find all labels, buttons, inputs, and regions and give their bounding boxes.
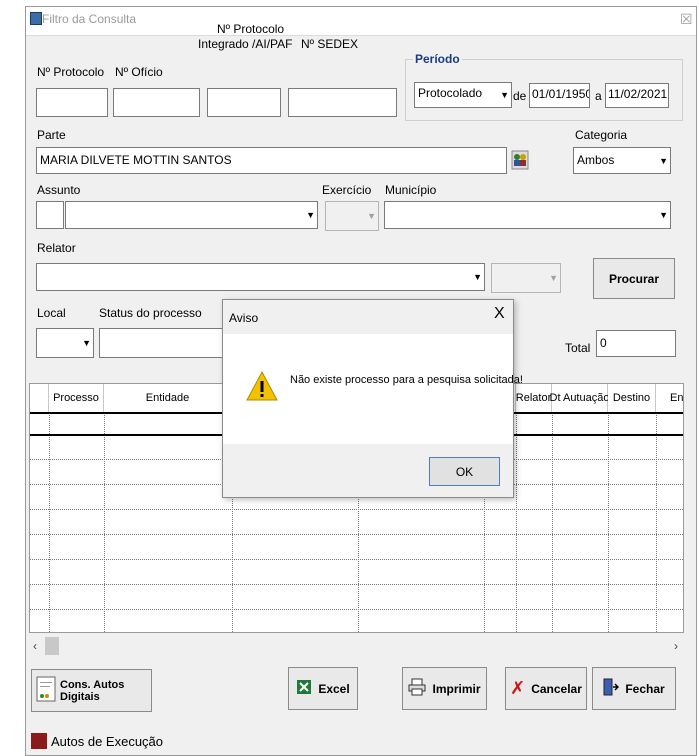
local-select[interactable]: ▼	[36, 328, 94, 358]
total-label: Total	[565, 341, 591, 355]
col-destino[interactable]: Destino	[608, 384, 656, 412]
legend-autos-execucao: Autos de Execução	[51, 734, 164, 749]
assunto-label: Assunto	[37, 183, 81, 197]
dialog-close-icon[interactable]: X	[494, 305, 505, 323]
cancelar-label: Cancelar	[531, 681, 582, 696]
parte-label: Parte	[37, 128, 66, 142]
col-en[interactable]: En	[656, 384, 683, 412]
people-search-icon[interactable]	[511, 147, 529, 173]
date-to-value: 11/02/2021	[608, 87, 668, 101]
scroll-left-icon[interactable]: ‹	[33, 639, 37, 653]
local-label: Local	[37, 306, 66, 320]
protocolo-label: Nº Protocolo	[37, 65, 105, 79]
fechar-button[interactable]: Fechar	[592, 667, 676, 710]
categoria-label: Categoria	[575, 128, 628, 142]
assunto-select[interactable]: ▼	[65, 201, 318, 229]
document-icon	[36, 676, 56, 705]
sedex-label: Nº SEDEX	[301, 37, 359, 51]
procurar-label: Procurar	[608, 271, 660, 286]
chevron-down-icon: ▼	[549, 273, 558, 283]
horizontal-scrollbar[interactable]	[29, 635, 684, 658]
procurar-button[interactable]: Procurar	[593, 258, 675, 299]
col-entidade[interactable]: Entidade	[104, 384, 232, 412]
grid-indicator-header	[30, 384, 49, 412]
col-relator[interactable]: Relator	[516, 384, 552, 412]
cancel-x-icon: ✗	[510, 678, 526, 698]
date-to-input[interactable]: 11/02/2021	[605, 83, 669, 108]
cons-autos-digitais-button[interactable]: Cons. Autos Digitais	[31, 669, 152, 712]
sedex-input[interactable]	[288, 88, 397, 117]
date-from-value: 01/01/1950	[532, 87, 589, 101]
parte-input[interactable]: MARIA DILVETE MOTTIN SANTOS	[36, 147, 507, 174]
chevron-down-icon: ▼	[500, 90, 509, 100]
chevron-down-icon: ▼	[659, 210, 668, 220]
table-row[interactable]	[30, 559, 683, 560]
chevron-down-icon: ▼	[306, 210, 315, 220]
protocolo-integrado-label-1: Nº Protocolo	[217, 22, 285, 36]
exercicio-select[interactable]: ▼	[325, 201, 379, 231]
imprimir-button[interactable]: Imprimir	[402, 667, 487, 710]
table-row[interactable]	[30, 584, 683, 585]
oficio-label: Nº Ofício	[115, 65, 163, 79]
window-close-icon[interactable]: ☒	[680, 11, 693, 28]
protocolo-integrado-input[interactable]	[207, 88, 281, 117]
dialog-title: Aviso	[229, 311, 259, 325]
table-row[interactable]	[30, 509, 683, 510]
exercicio-label: Exercício	[322, 183, 372, 197]
de-label: de	[513, 89, 527, 103]
cons-autos-digitais-label: Cons. Autos Digitais	[60, 678, 125, 703]
cancelar-button[interactable]: ✗ Cancelar	[505, 667, 587, 710]
scroll-right-icon[interactable]: ›	[674, 639, 678, 653]
categoria-select[interactable]: Ambos ▼	[573, 147, 671, 174]
table-row[interactable]	[30, 534, 683, 535]
warning-icon	[245, 370, 279, 402]
table-row[interactable]	[30, 609, 683, 610]
scroll-thumb[interactable]	[45, 637, 59, 655]
total-field: 0	[596, 330, 676, 357]
periodo-type-select[interactable]: Protocolado ▼	[414, 82, 512, 108]
table-row[interactable]	[30, 632, 683, 633]
status-select[interactable]	[99, 328, 224, 358]
protocolo-integrado-label-2: Integrado /AI/PAF	[198, 37, 293, 51]
ok-button[interactable]: OK	[429, 457, 500, 486]
excel-button[interactable]: Excel	[288, 667, 358, 710]
chevron-down-icon: ▼	[473, 272, 482, 282]
periodo-type-value: Protocolado	[418, 86, 483, 100]
app-icon	[30, 12, 42, 25]
legend-color-swatch	[31, 733, 47, 749]
excel-icon	[296, 679, 312, 698]
assunto-code-input[interactable]	[36, 201, 64, 229]
relator-secondary-select[interactable]: ▼	[491, 263, 561, 293]
imprimir-label: Imprimir	[432, 681, 481, 696]
col-processo[interactable]: Processo	[49, 384, 104, 412]
chevron-down-icon: ▼	[82, 338, 91, 348]
exit-door-icon	[603, 678, 620, 699]
col-dt-autuacao[interactable]: Dt Autuação	[550, 384, 609, 412]
municipio-label: Município	[385, 183, 437, 197]
a-label: a	[595, 89, 602, 103]
categoria-value: Ambos	[577, 153, 615, 167]
protocolo-input[interactable]	[36, 88, 108, 117]
printer-icon	[408, 678, 426, 699]
municipio-select[interactable]: ▼	[384, 201, 671, 229]
dialog-message: Não existe processo para a pesquisa soli…	[290, 374, 523, 386]
chevron-down-icon: ▼	[659, 155, 668, 166]
date-from-input[interactable]: 01/01/1950	[529, 83, 590, 108]
relator-select[interactable]: ▼	[36, 263, 485, 291]
relator-label: Relator	[37, 241, 76, 255]
chevron-down-icon: ▼	[367, 211, 376, 221]
excel-label: Excel	[318, 681, 350, 696]
fechar-label: Fechar	[625, 681, 665, 696]
window-title: Filtro da Consulta	[42, 12, 137, 26]
status-label: Status do processo	[99, 306, 202, 320]
total-value: 0	[600, 336, 607, 350]
parte-value: MARIA DILVETE MOTTIN SANTOS	[40, 153, 232, 167]
periodo-title: Período	[413, 52, 462, 66]
oficio-input[interactable]	[113, 88, 200, 117]
